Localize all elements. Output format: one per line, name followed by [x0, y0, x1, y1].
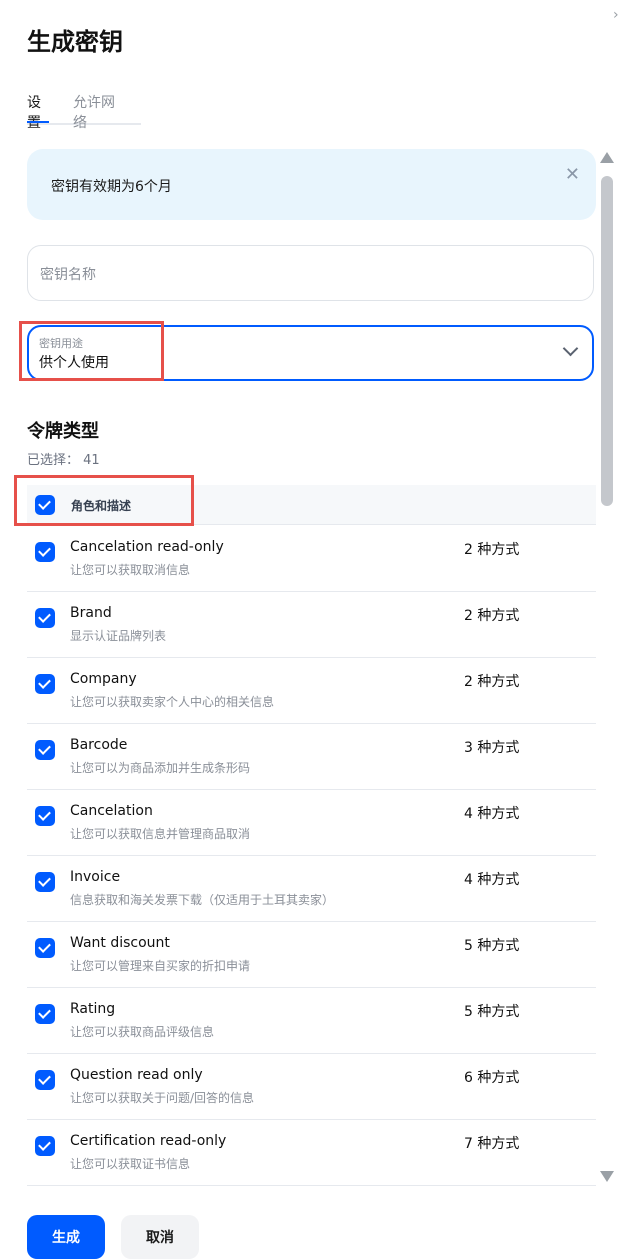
row-checkbox[interactable]	[35, 1136, 55, 1156]
token-type-description: 让您可以为商品添加并生成条形码	[70, 761, 251, 775]
token-type-description: 让您可以获取卖家个人中心的相关信息	[70, 695, 275, 709]
token-type-name: Invoice	[70, 869, 121, 885]
chevron-right-icon[interactable]: ›	[613, 8, 625, 22]
token-type-description: 让您可以获取商品评级信息	[70, 1025, 215, 1039]
row-checkbox[interactable]	[35, 806, 55, 826]
token-type-name: Cancelation	[70, 803, 153, 819]
selected-count: 已选择： 41	[27, 453, 100, 468]
tab-settings[interactable]: 设置	[27, 90, 49, 131]
banner-text: 密钥有效期为6个月	[51, 179, 172, 195]
scroll-thumb[interactable]	[601, 176, 613, 506]
methods-count: 2 种方式	[464, 542, 520, 558]
row-checkbox[interactable]	[35, 608, 55, 628]
token-type-name: Rating	[70, 1001, 116, 1017]
methods-count: 5 种方式	[464, 1004, 520, 1020]
chevron-down-icon[interactable]	[562, 340, 579, 357]
token-type-description: 显示认证品牌列表	[70, 629, 167, 643]
row-checkbox[interactable]	[35, 740, 55, 760]
tab-bar: 设置 允许网络	[27, 90, 141, 131]
token-type-description: 信息获取和海关发票下载（仅适用于土耳其卖家）	[70, 893, 335, 907]
key-name-input[interactable]: 密钥名称	[27, 245, 594, 301]
cancel-button[interactable]: 取消	[121, 1215, 199, 1259]
methods-count: 2 种方式	[464, 674, 520, 690]
table-row[interactable]: Brand 显示认证品牌列表 2 种方式	[27, 591, 596, 658]
table-row[interactable]: Rating 让您可以获取商品评级信息 5 种方式	[27, 987, 596, 1054]
methods-count: 3 种方式	[464, 740, 520, 756]
token-type-name: Barcode	[70, 737, 128, 753]
highlight-box-header	[14, 475, 194, 526]
scroll-up-arrow-icon[interactable]	[600, 152, 614, 163]
close-icon[interactable]: ✕	[565, 164, 580, 185]
row-checkbox[interactable]	[35, 674, 55, 694]
methods-count: 4 种方式	[464, 872, 520, 888]
token-type-name: Certification read-only	[70, 1133, 227, 1149]
token-type-description: 让您可以管理来自买家的折扣申请	[70, 959, 251, 973]
generate-button[interactable]: 生成	[27, 1215, 105, 1259]
vertical-scrollbar[interactable]	[600, 152, 614, 1182]
table-row[interactable]: Company 让您可以获取卖家个人中心的相关信息 2 种方式	[27, 657, 596, 724]
row-checkbox[interactable]	[35, 872, 55, 892]
token-type-name: Want discount	[70, 935, 170, 951]
token-type-name: Question read only	[70, 1067, 203, 1083]
table-row[interactable]: Want discount 让您可以管理来自买家的折扣申请 5 种方式	[27, 921, 596, 988]
token-type-name: Brand	[70, 605, 112, 621]
table-row[interactable]: Invoice 信息获取和海关发票下载（仅适用于土耳其卖家） 4 种方式	[27, 855, 596, 922]
info-banner: 密钥有效期为6个月 ✕	[27, 149, 596, 220]
token-types-title: 令牌类型	[27, 421, 99, 442]
token-type-name: Cancelation read-only	[70, 539, 224, 555]
token-type-name: Company	[70, 671, 137, 687]
highlight-box-purpose	[19, 321, 164, 381]
methods-count: 6 种方式	[464, 1070, 520, 1086]
methods-count: 7 种方式	[464, 1136, 520, 1152]
row-checkbox[interactable]	[35, 542, 55, 562]
methods-count: 2 种方式	[464, 608, 520, 624]
row-checkbox[interactable]	[35, 1070, 55, 1090]
token-type-description: 让您可以获取关于问题/回答的信息	[70, 1091, 255, 1105]
settings-scroll-area[interactable]: 密钥有效期为6个月 ✕ 密钥名称 密钥用途 供个人使用 令牌类型 已选择： 41…	[0, 140, 627, 1186]
table-row[interactable]: Question read only 让您可以获取关于问题/回答的信息 6 种方式	[27, 1053, 596, 1120]
page-title: 生成密钥	[27, 28, 123, 56]
table-row[interactable]: Barcode 让您可以为商品添加并生成条形码 3 种方式	[27, 723, 596, 790]
row-checkbox[interactable]	[35, 938, 55, 958]
table-row[interactable]: Certification read-only 让您可以获取证书信息 7 种方式	[27, 1119, 596, 1186]
table-row[interactable]: Cancelation read-only 让您可以获取取消信息 2 种方式	[27, 525, 596, 592]
token-type-description: 让您可以获取信息并管理商品取消	[70, 827, 251, 841]
tab-allowed-networks[interactable]: 允许网络	[73, 90, 117, 131]
methods-count: 4 种方式	[464, 806, 520, 822]
row-checkbox[interactable]	[35, 1004, 55, 1024]
methods-count: 5 种方式	[464, 938, 520, 954]
token-type-description: 让您可以获取证书信息	[70, 1157, 191, 1171]
table-row[interactable]: Cancelation 让您可以获取信息并管理商品取消 4 种方式	[27, 789, 596, 856]
token-type-description: 让您可以获取取消信息	[70, 563, 191, 577]
scroll-down-arrow-icon[interactable]	[600, 1171, 614, 1182]
key-name-placeholder: 密钥名称	[40, 267, 96, 283]
